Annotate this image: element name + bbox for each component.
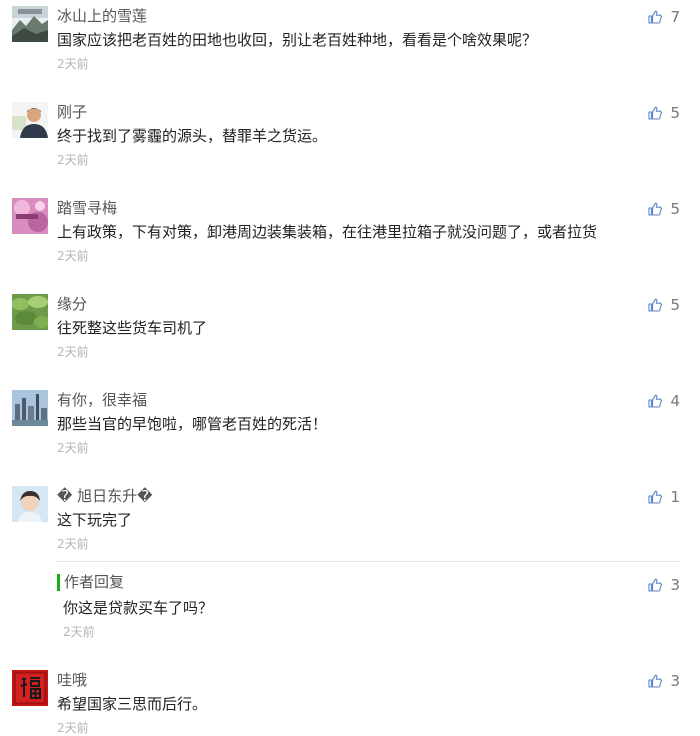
comment-item: 踏雪寻梅 上有政策，下有对策，卸港周边装集装箱，在往港里拉箱子就没问题了，或者拉… — [0, 198, 700, 268]
like-button[interactable]: 1 — [648, 488, 680, 506]
flower-avatar-image — [12, 198, 48, 234]
like-count: 3 — [670, 576, 680, 594]
comment-time: 2天前 — [57, 721, 89, 735]
comment-item: 有你，很幸福 那些当官的早饱啦，哪管老百姓的死活！ 2天前 4 — [0, 390, 700, 460]
reply-time: 2天前 — [63, 625, 95, 639]
comment-item: 缘分 往死整这些货车司机了 2天前 5 — [0, 294, 700, 364]
like-count: 4 — [670, 392, 680, 410]
comment-text: 这下玩完了 — [57, 511, 133, 529]
commenter-name[interactable]: 冰山上的雪莲 — [57, 6, 147, 26]
like-count: 5 — [670, 296, 680, 314]
thumbs-up-icon — [648, 298, 663, 312]
avatar[interactable] — [12, 486, 48, 522]
like-button[interactable]: 7 — [648, 8, 680, 26]
comment-text: 终于找到了雾霾的源头，替罪羊之货运。 — [57, 127, 328, 145]
commenter-name[interactable]: 哇哦 — [57, 670, 87, 690]
fu-character-avatar-image — [12, 670, 48, 706]
thumbs-up-icon — [648, 674, 663, 688]
avatar[interactable] — [12, 670, 48, 706]
comment-list: 冰山上的雪莲 国家应该把老百姓的田地也收回，别让老百姓种地，看看是个啥效果呢？ … — [0, 0, 700, 735]
like-button[interactable]: 4 — [648, 392, 680, 410]
comment-item: 刚子 终于找到了雾霾的源头，替罪羊之货运。 2天前 5 — [0, 102, 700, 172]
like-button[interactable]: 3 — [648, 576, 680, 594]
thumbs-up-icon — [648, 106, 663, 120]
like-count: 1 — [670, 488, 680, 506]
thumbs-up-icon — [648, 490, 663, 504]
landscape-avatar-image — [12, 6, 48, 42]
avatar[interactable] — [12, 102, 48, 138]
child-avatar-image — [12, 486, 48, 522]
avatar[interactable] — [12, 390, 48, 426]
lotus-avatar-image — [12, 294, 48, 330]
like-button[interactable]: 5 — [648, 104, 680, 122]
like-button[interactable]: 3 — [648, 672, 680, 690]
avatar[interactable] — [12, 198, 48, 234]
commenter-name[interactable]: 踏雪寻梅 — [57, 198, 117, 218]
skyline-avatar-image — [12, 390, 48, 426]
avatar[interactable] — [12, 6, 48, 42]
comment-item: � 旭日东升� 这下玩完了 2天前 1 — [0, 486, 700, 556]
commenter-name[interactable]: � 旭日东升� — [57, 486, 153, 506]
commenter-name[interactable]: 刚子 — [57, 102, 87, 122]
comment-text: 那些当官的早饱啦，哪管老百姓的死活！ — [57, 415, 328, 433]
commenter-name[interactable]: 缘分 — [57, 294, 87, 314]
comment-time: 2天前 — [57, 441, 89, 455]
author-reply: 作者回复 你这是贷款买车了吗？ 2天前 3 — [0, 574, 700, 644]
avatar[interactable] — [12, 294, 48, 330]
like-count: 7 — [670, 8, 680, 26]
like-button[interactable]: 5 — [648, 200, 680, 218]
author-reply-label: 作者回复 — [57, 574, 124, 591]
comment-text: 往死整这些货车司机了 — [57, 319, 208, 337]
like-count: 5 — [670, 104, 680, 122]
reply-text: 你这是贷款买车了吗？ — [63, 599, 214, 617]
like-button[interactable]: 5 — [648, 296, 680, 314]
comment-time: 2天前 — [57, 249, 89, 263]
comment-time: 2天前 — [57, 57, 89, 71]
like-count: 3 — [670, 672, 680, 690]
comment-item: 哇哦 希望国家三思而后行。 2天前 3 — [0, 670, 700, 735]
thumbs-up-icon — [648, 10, 663, 24]
like-count: 5 — [670, 200, 680, 218]
comment-item: 冰山上的雪莲 国家应该把老百姓的田地也收回，别让老百姓种地，看看是个啥效果呢？ … — [0, 6, 700, 76]
man-avatar-image — [12, 102, 48, 138]
comment-text: 希望国家三思而后行。 — [57, 695, 208, 713]
divider — [57, 561, 680, 562]
commenter-name[interactable]: 有你，很幸福 — [57, 390, 147, 410]
comment-text: 上有政策，下有对策，卸港周边装集装箱，在往港里拉箱子就没问题了，或者拉货 — [57, 223, 598, 241]
comment-text: 国家应该把老百姓的田地也收回，别让老百姓种地，看看是个啥效果呢？ — [57, 31, 538, 49]
thumbs-up-icon — [648, 578, 663, 592]
thumbs-up-icon — [648, 202, 663, 216]
comment-time: 2天前 — [57, 153, 89, 167]
thumbs-up-icon — [648, 394, 663, 408]
comment-time: 2天前 — [57, 537, 89, 551]
comment-time: 2天前 — [57, 345, 89, 359]
